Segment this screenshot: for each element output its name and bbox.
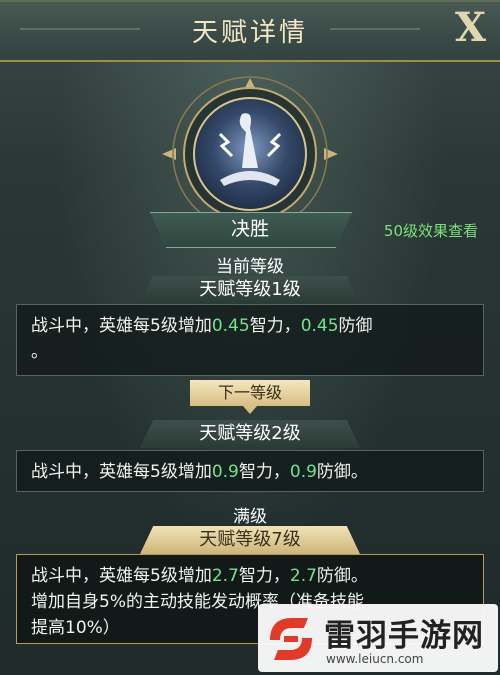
desc-text: 战斗中，英雄每5级增加: [31, 462, 212, 482]
current-level-label: 当前等级: [216, 257, 284, 277]
intelligence-value: 0.9: [211, 462, 239, 482]
page-title: 天赋详情: [191, 18, 308, 48]
watermark: 雷羽手游网 www.leiucn.com: [258, 604, 498, 672]
intelligence-value: 2.7: [211, 566, 239, 586]
current-level-tab: 天赋等级1级: [140, 276, 360, 304]
current-level-description: 战斗中，英雄每5级增加0.45智力，0.45防御 。: [16, 304, 484, 376]
defense-value: 2.7: [289, 566, 317, 586]
defense-value: 0.45: [300, 316, 339, 336]
max-level-tab: 天赋等级7级: [140, 526, 360, 554]
desc-text: 防御。: [316, 462, 368, 482]
desc-text: 。: [31, 342, 48, 362]
watermark-url: www.leiucn.com: [326, 652, 424, 666]
talent-name: 决胜: [230, 218, 269, 240]
desc-text: 防御: [338, 316, 373, 336]
watermark-logo-icon: [270, 618, 312, 660]
next-level-label: 下一等级: [190, 380, 310, 406]
next-level-tab: 天赋等级2级: [140, 420, 360, 448]
desc-text: 提高10%）: [31, 618, 120, 638]
chevron-down-icon: [243, 406, 257, 414]
desc-text: 战斗中，英雄每5级增加: [31, 566, 212, 586]
defense-value: 0.9: [289, 462, 317, 482]
close-button[interactable]: X: [455, 6, 486, 50]
max-level-label: 满级: [233, 507, 267, 527]
desc-text: 智力，: [238, 462, 290, 482]
intelligence-value: 0.45: [211, 316, 250, 336]
desc-text: 战斗中，英雄每5级增加: [31, 316, 212, 336]
desc-text: 防御。: [316, 566, 368, 586]
desc-text: 智力，: [249, 316, 301, 336]
view-level-50-link[interactable]: 50级效果查看: [384, 220, 478, 241]
watermark-title: 雷羽手游网: [324, 618, 484, 654]
next-level-description: 战斗中，英雄每5级增加0.9智力，0.9防御。: [16, 450, 484, 492]
title-bar: 天赋详情 X: [0, 0, 500, 62]
desc-text: 智力，: [238, 566, 290, 586]
